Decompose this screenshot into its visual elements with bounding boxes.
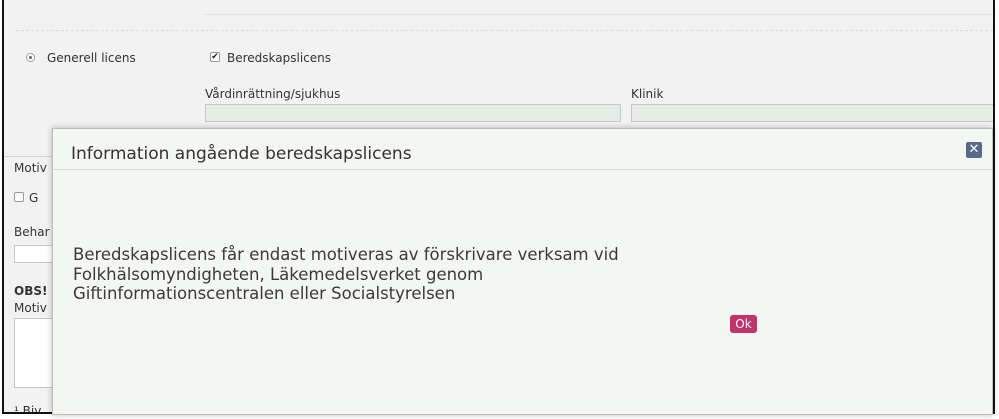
obs-label: OBS! — [14, 284, 48, 298]
dialog-title: Information angående beredskapslicens — [71, 144, 412, 164]
dialog-header: Information angående beredskapslicens ✕ — [53, 129, 992, 170]
top-divider — [204, 0, 993, 15]
behar-label-partial: Behar — [14, 225, 50, 239]
checkbox-beredskapslicens[interactable]: ✔ — [210, 52, 220, 62]
hospital-label: Vårdinrättning/sjukhus — [205, 87, 341, 101]
radio-label-generell-licens: Generell licens — [47, 51, 136, 65]
dialog-message-line-1: Beredskapslicens får endast motiveras av… — [73, 245, 619, 264]
dialog-message-line-2: Folkhälsomyndigheten, Läkemedelsverket g… — [73, 264, 484, 284]
hospital-input[interactable] — [205, 104, 621, 122]
dialog-message-line-3: Giftinformationscentralen eller Socialst… — [73, 284, 456, 303]
checkbox-partial[interactable] — [14, 192, 24, 202]
info-dialog: Information angående beredskapslicens ✕ … — [52, 128, 993, 415]
motiv-label-2-partial: Motiv — [14, 301, 47, 315]
modal-overlay: Information angående beredskapslicens ✕ … — [52, 128, 993, 415]
checkbox-label-beredskapslicens: Beredskapslicens — [227, 51, 332, 65]
clinic-input[interactable] — [631, 104, 993, 122]
checkbox-partial-label: G — [29, 191, 39, 205]
clinic-label: Klinik — [631, 87, 664, 101]
radio-generell-licens[interactable] — [26, 53, 35, 62]
close-icon[interactable]: ✕ — [966, 142, 982, 158]
dialog-message: Beredskapslicens får endast motiveras av… — [73, 245, 833, 304]
ok-button[interactable]: Ok — [730, 315, 757, 333]
motiv-label-partial: Motiv — [14, 161, 47, 175]
section-divider — [16, 30, 993, 31]
footnote-partial: ¹ Biv — [14, 404, 42, 414]
